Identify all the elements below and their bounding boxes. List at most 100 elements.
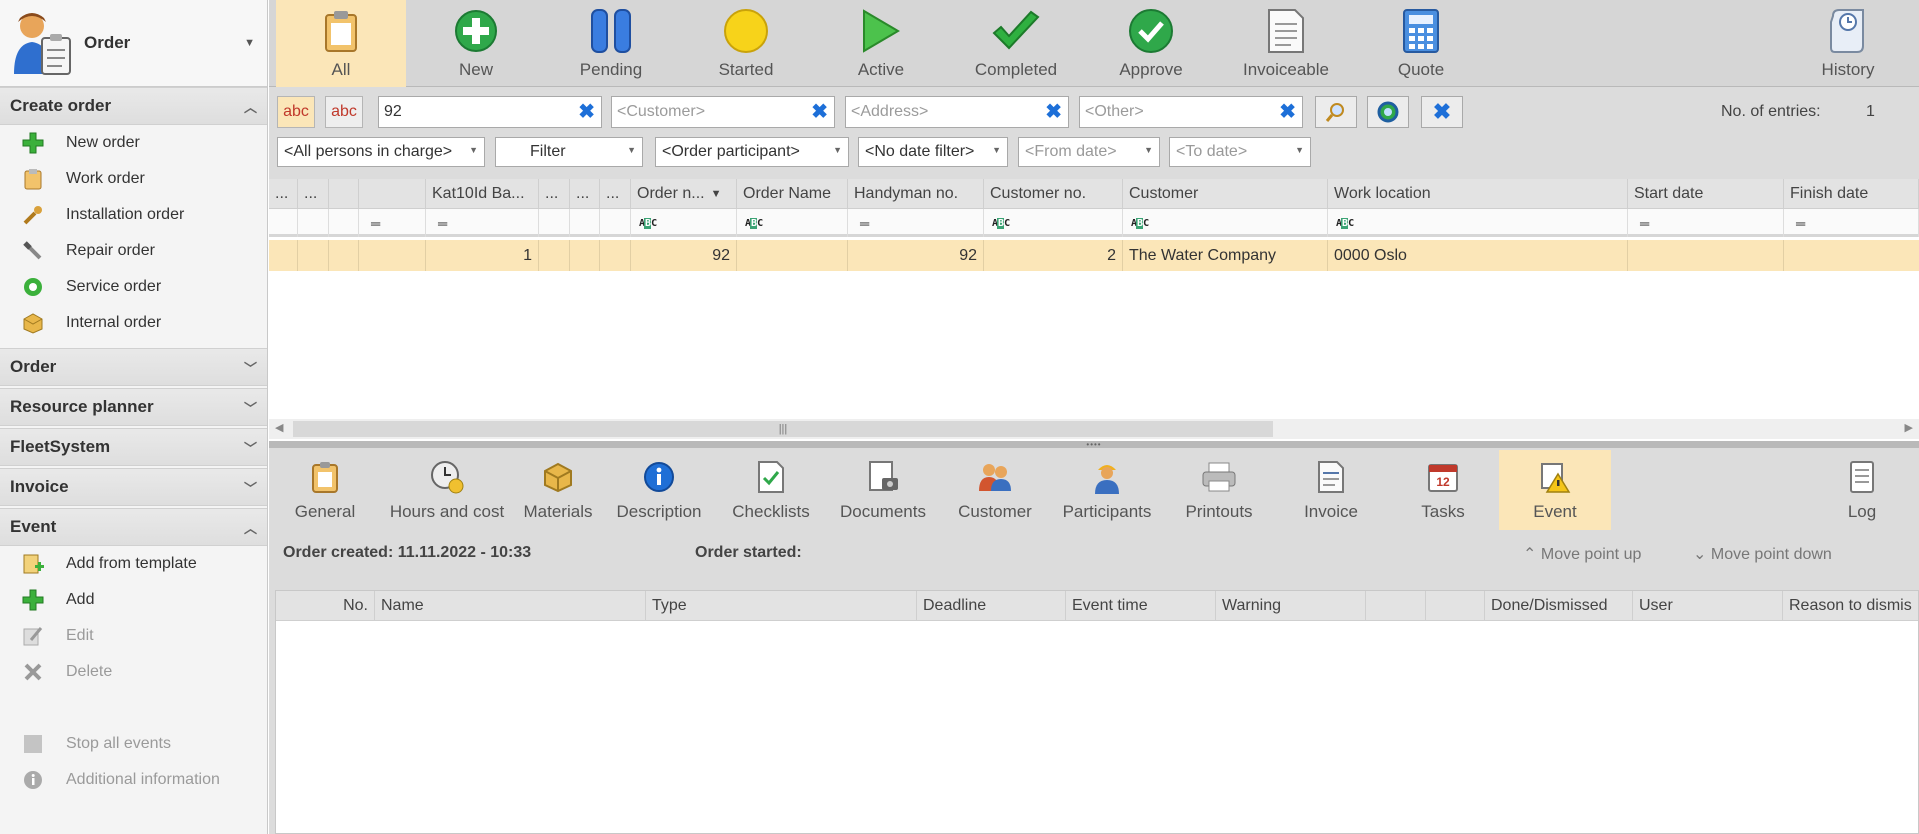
pane-splitter[interactable]: •••• (269, 440, 1919, 449)
column-header[interactable]: Name (375, 591, 646, 621)
toolbar-invoiceable-button[interactable]: Invoiceable (1221, 0, 1351, 87)
sidebar-item-work-order[interactable]: Work order (0, 161, 267, 197)
section-invoice[interactable]: Invoice ﹀ (0, 468, 267, 506)
filter-equals-icon[interactable]: ═ (359, 209, 426, 237)
to-date-picker[interactable]: <To date> ▼ (1169, 137, 1311, 167)
search-input[interactable]: 92 ✖ (378, 96, 602, 128)
column-header-order-no[interactable]: Order n... ▼ (631, 179, 737, 209)
sidebar-item-internal-order[interactable]: Internal order (0, 305, 267, 341)
sidebar-item-repair-order[interactable]: Repair order (0, 233, 267, 269)
sidebar-item-edit[interactable]: Edit (0, 618, 267, 654)
filter-cell[interactable] (539, 209, 570, 237)
filter-text-icon[interactable]: ABC (631, 209, 737, 237)
filter-equals-icon[interactable]: ═ (848, 209, 984, 237)
section-event[interactable]: Event ︿ (0, 508, 267, 546)
toolbar-pending-button[interactable]: Pending (546, 0, 676, 87)
other-filter-input[interactable]: <Other> ✖ (1079, 96, 1303, 128)
column-header[interactable] (1426, 591, 1485, 621)
filter-cell[interactable] (298, 209, 329, 237)
sidebar-item-new-order[interactable]: New order (0, 125, 267, 161)
column-header[interactable]: Customer (1123, 179, 1328, 209)
date-filter-dropdown[interactable]: <No date filter> ▼ (858, 137, 1008, 167)
column-header[interactable] (359, 179, 426, 209)
sidebar-item-additional-information[interactable]: Additional information (0, 762, 267, 798)
column-header[interactable]: ... (570, 179, 600, 209)
column-header[interactable]: Start date (1628, 179, 1784, 209)
customer-filter-input[interactable]: <Customer> ✖ (611, 96, 835, 128)
clear-other-icon[interactable]: ✖ (1279, 102, 1296, 122)
move-point-down-button[interactable]: ⌄ Move point down (1693, 544, 1832, 564)
column-header[interactable] (329, 179, 359, 209)
tab-printouts[interactable]: Printouts (1163, 450, 1275, 530)
filter-text-icon[interactable]: ABC (1123, 209, 1328, 237)
horizontal-scrollbar[interactable]: ◀ ||| ▶ (269, 419, 1919, 439)
column-header[interactable]: Type (646, 591, 917, 621)
column-header[interactable]: No. (276, 591, 375, 621)
column-header[interactable]: Finish date (1784, 179, 1919, 209)
tab-general[interactable]: General (269, 450, 381, 530)
column-header[interactable]: Order Name (737, 179, 848, 209)
table-row[interactable]: 1 92 92 2 The Water Company 0000 Oslo (269, 240, 1919, 271)
toolbar-new-button[interactable]: New (411, 0, 541, 87)
filter-equals-icon[interactable]: ═ (1784, 209, 1919, 237)
search-button[interactable] (1315, 96, 1357, 128)
section-order[interactable]: Order ﹀ (0, 348, 267, 386)
toolbar-active-button[interactable]: Active (816, 0, 946, 87)
section-fleetsystem[interactable]: FleetSystem ﹀ (0, 428, 267, 466)
filter-equals-icon[interactable]: ═ (426, 209, 539, 237)
tab-description[interactable]: Description (603, 450, 715, 530)
column-header[interactable]: Customer no. (984, 179, 1123, 209)
move-point-up-button[interactable]: ⌃ Move point up (1523, 544, 1641, 564)
sidebar-item-service-order[interactable]: Service order (0, 269, 267, 305)
toolbar-history-button[interactable]: History (1783, 0, 1913, 87)
column-header[interactable]: Done/Dismissed (1485, 591, 1633, 621)
toolbar-started-button[interactable]: Started (681, 0, 811, 87)
filter-cell[interactable] (600, 209, 631, 237)
sidebar-item-installation-order[interactable]: Installation order (0, 197, 267, 233)
clear-customer-icon[interactable]: ✖ (811, 102, 828, 122)
clear-address-icon[interactable]: ✖ (1045, 102, 1062, 122)
scrollbar-thumb[interactable]: ||| (293, 421, 1273, 437)
tab-log[interactable]: Log (1812, 450, 1912, 530)
tab-hours-and-cost[interactable]: Hours and cost (381, 450, 513, 530)
column-header[interactable]: ... (269, 179, 298, 209)
filter-text-icon[interactable]: ABC (984, 209, 1123, 237)
sidebar-item-stop-all-events[interactable]: Stop all events (0, 726, 267, 762)
persons-in-charge-dropdown[interactable]: <All persons in charge> ▼ (277, 137, 485, 167)
filter-cell[interactable] (269, 209, 298, 237)
column-header[interactable] (1366, 591, 1426, 621)
tab-documents[interactable]: Documents (827, 450, 939, 530)
section-create-order[interactable]: Create order ︿ (0, 87, 267, 125)
chevron-down-icon[interactable]: ▼ (244, 37, 255, 49)
order-participant-dropdown[interactable]: <Order participant> ▼ (655, 137, 849, 167)
toolbar-quote-button[interactable]: Quote (1356, 0, 1486, 87)
filter-dropdown[interactable]: Filter ▼ (495, 137, 643, 167)
abc-toggle-1[interactable]: abc (277, 96, 315, 128)
toolbar-completed-button[interactable]: Completed (951, 0, 1081, 87)
tab-tasks[interactable]: 12 Tasks (1387, 450, 1499, 530)
from-date-picker[interactable]: <From date> ▼ (1018, 137, 1160, 167)
scroll-right-icon[interactable]: ▶ (1905, 421, 1913, 434)
tab-checklists[interactable]: Checklists (715, 450, 827, 530)
tab-participants[interactable]: Participants (1051, 450, 1163, 530)
clear-search-icon[interactable]: ✖ (578, 102, 595, 122)
tab-materials[interactable]: Materials (513, 450, 603, 530)
sidebar-item-add[interactable]: Add (0, 582, 267, 618)
filter-equals-icon[interactable]: ═ (1628, 209, 1784, 237)
tab-customer[interactable]: Customer (939, 450, 1051, 530)
column-header[interactable]: Warning (1216, 591, 1366, 621)
column-header[interactable]: Event time (1066, 591, 1216, 621)
sidebar-item-add-from-template[interactable]: Add from template (0, 546, 267, 582)
filter-cell[interactable] (329, 209, 359, 237)
column-header[interactable]: Reason to dismis (1783, 591, 1919, 621)
tab-invoice[interactable]: Invoice (1275, 450, 1387, 530)
column-header[interactable]: Handyman no. (848, 179, 984, 209)
column-header[interactable]: Kat10Id Ba... (426, 179, 539, 209)
column-header[interactable]: Work location (1328, 179, 1628, 209)
toolbar-all-button[interactable]: All (276, 0, 406, 87)
section-resource-planner[interactable]: Resource planner ﹀ (0, 388, 267, 426)
tab-event[interactable]: Event (1499, 450, 1611, 530)
column-header[interactable]: Deadline (917, 591, 1066, 621)
column-header[interactable]: ... (539, 179, 570, 209)
sidebar-item-delete[interactable]: Delete (0, 654, 267, 690)
